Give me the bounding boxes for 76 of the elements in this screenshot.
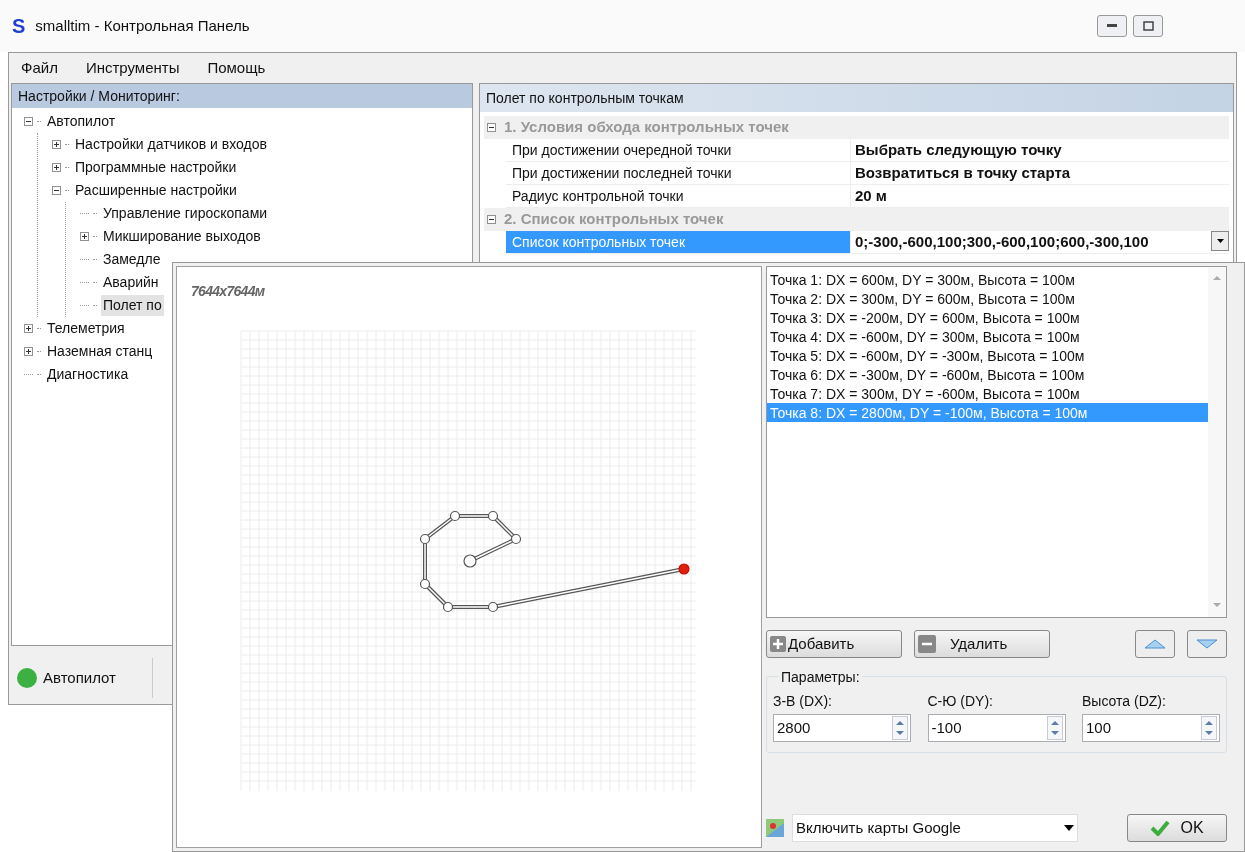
caret-icon bbox=[1216, 239, 1224, 243]
scrollbar[interactable] bbox=[1208, 267, 1226, 617]
tree-item[interactable]: Автопилот bbox=[45, 111, 118, 132]
status-item[interactable]: Автопилот bbox=[13, 658, 153, 698]
maximize-button[interactable] bbox=[1133, 15, 1163, 37]
property-value: 20 м bbox=[854, 185, 888, 206]
app-logo: S bbox=[12, 14, 26, 39]
collapse-icon[interactable] bbox=[24, 117, 33, 126]
minus-icon bbox=[918, 635, 936, 653]
add-button[interactable]: Добавить bbox=[766, 630, 902, 658]
list-item[interactable]: Точка 4: DX = -600м, DY = 300м, Высота = 100м bbox=[767, 327, 1208, 346]
property-name[interactable]: При достижении очередной точки bbox=[506, 139, 851, 161]
ok-button[interactable]: OK bbox=[1127, 814, 1227, 842]
tree-item[interactable]: Микширование выходов bbox=[101, 226, 263, 247]
tree-item[interactable]: Замедле bbox=[101, 249, 163, 270]
menu-item[interactable]: Файл bbox=[21, 56, 58, 80]
expand-icon[interactable] bbox=[52, 140, 61, 149]
tree-item[interactable]: Настройки датчиков и входов bbox=[73, 134, 269, 155]
category-header: 1. Условия обхода контрольных точек bbox=[504, 117, 789, 138]
move-down-button[interactable] bbox=[1187, 630, 1227, 658]
map-icon bbox=[766, 819, 784, 837]
list-item[interactable]: Точка 3: DX = -200м, DY = 600м, Высота = 100м bbox=[767, 308, 1208, 327]
list-item[interactable]: Точка 6: DX = -300м, DY = -600м, Высота = 100м bbox=[767, 365, 1208, 384]
collapse-icon[interactable] bbox=[52, 186, 61, 195]
restore-icon bbox=[1142, 21, 1154, 31]
collapse-icon[interactable] bbox=[487, 215, 496, 224]
plus-icon bbox=[770, 636, 786, 652]
property-name[interactable]: При достижении последней точки bbox=[506, 162, 851, 184]
caret-icon bbox=[1064, 825, 1074, 831]
collapse-icon[interactable] bbox=[487, 123, 496, 132]
field-label: Высота (DZ): bbox=[1082, 692, 1167, 711]
minimize-button[interactable] bbox=[1097, 15, 1127, 37]
tree-item[interactable]: Программные настройки bbox=[73, 157, 239, 178]
checkmark-icon bbox=[1150, 820, 1171, 836]
list-item[interactable]: Точка 7: DX = 300м, DY = -600м, Высота = 100м bbox=[767, 384, 1208, 403]
window-title: smalltim - Контрольная Панель bbox=[35, 15, 250, 36]
dropdown-button[interactable] bbox=[1211, 231, 1229, 251]
tree-item[interactable]: Диагностика bbox=[45, 364, 131, 385]
spin-arrows-icon[interactable] bbox=[892, 716, 908, 740]
triangle-up-icon bbox=[1144, 639, 1166, 649]
delete-button[interactable]: Удалить bbox=[914, 630, 1050, 658]
tree-item[interactable]: Наземная станц bbox=[45, 341, 155, 362]
property-value: Возвратиться в точку старта bbox=[854, 162, 1072, 183]
list-item[interactable]: Точка 5: DX = -600м, DY = -300м, Высота = 100м bbox=[767, 346, 1208, 365]
field-label: З-В (DX): bbox=[773, 692, 833, 711]
number-field[interactable]: -100 bbox=[927, 714, 1066, 742]
map-select[interactable]: Включить карты Google bbox=[792, 814, 1078, 842]
tree-item[interactable]: Телеметрия bbox=[45, 318, 127, 339]
map-scale-label: 7644x7644м bbox=[191, 282, 265, 301]
minimize-icon bbox=[1107, 24, 1117, 28]
list-item[interactable]: Точка 2: DX = 300м, DY = 600м, Высота = 100м bbox=[767, 289, 1208, 308]
panel-header: Настройки / Мониторинг: bbox=[12, 84, 472, 108]
spin-arrows-icon[interactable] bbox=[1201, 716, 1217, 740]
number-field[interactable]: 100 bbox=[1082, 714, 1220, 742]
category-header: 2. Список контрольных точек bbox=[504, 209, 724, 230]
field-label: С-Ю (DY): bbox=[927, 692, 994, 711]
tree-item[interactable]: Полет по bbox=[101, 295, 164, 316]
expand-icon[interactable] bbox=[80, 232, 89, 241]
expand-icon[interactable] bbox=[24, 324, 33, 333]
tree-item[interactable]: Управление гироскопами bbox=[101, 203, 270, 224]
spin-arrows-icon[interactable] bbox=[1046, 716, 1063, 740]
property-value: 0;-300,-600,100;300,-600,100;600,-300,100 bbox=[854, 231, 1150, 252]
expand-icon[interactable] bbox=[52, 163, 61, 172]
menu-item[interactable]: Инструменты bbox=[85, 56, 180, 80]
panel-header: Полет по контрольным точкам bbox=[480, 84, 1233, 112]
tree-item[interactable]: Аварийн bbox=[101, 272, 161, 293]
menu-item[interactable]: Помощь bbox=[207, 56, 266, 80]
status-label: Автопилот bbox=[43, 667, 116, 688]
property-name[interactable]: Радиус контрольной точки bbox=[506, 185, 851, 207]
expand-icon[interactable] bbox=[24, 347, 33, 356]
tree-item[interactable]: Расширенные настройки bbox=[73, 180, 239, 201]
property-value: Выбрать следующую точку bbox=[854, 139, 1063, 160]
move-up-button[interactable] bbox=[1135, 630, 1175, 658]
triangle-down-icon bbox=[1196, 639, 1218, 649]
list-item[interactable]: Точка 1: DX = 600м, DY = 300м, Высота = 100м bbox=[767, 270, 1208, 289]
number-field[interactable]: 2800 bbox=[773, 714, 911, 742]
